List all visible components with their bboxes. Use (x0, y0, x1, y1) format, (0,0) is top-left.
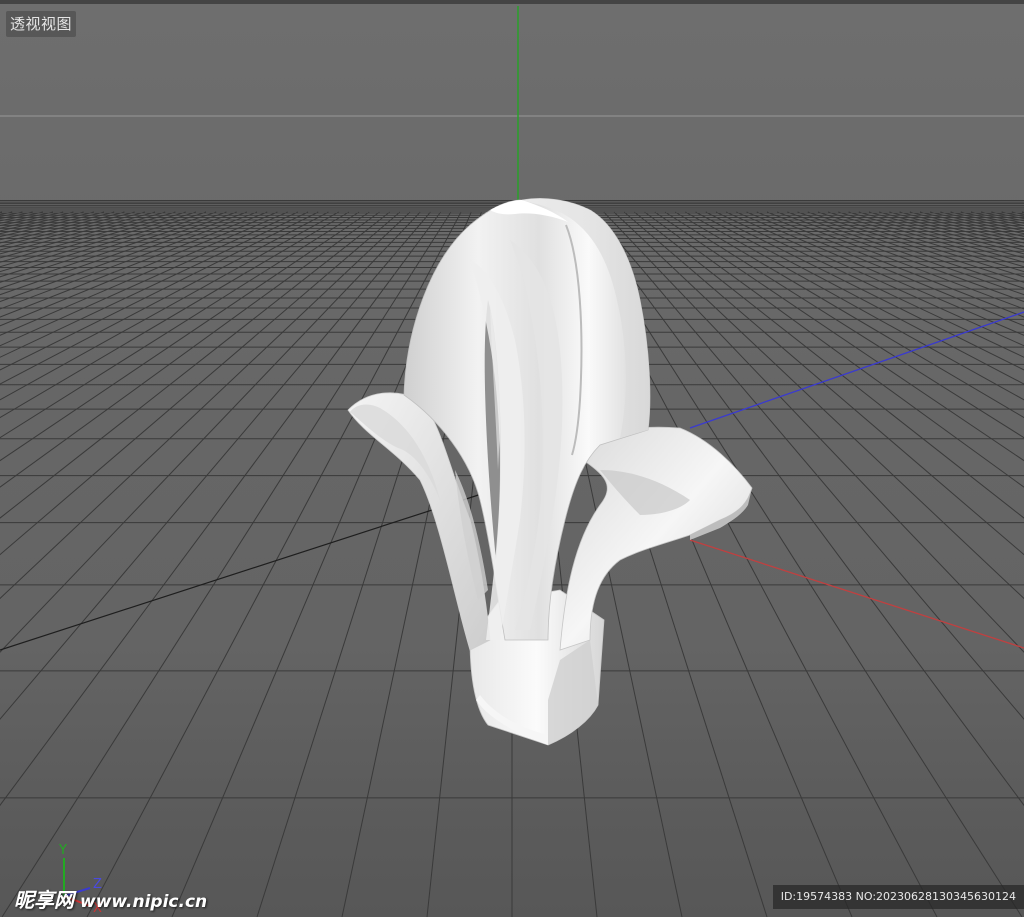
grid-line-depth (0, 211, 319, 371)
grid-line-depth (0, 211, 13, 215)
site-watermark: 昵享网 www.nipic.cn (14, 884, 207, 913)
grid-line-depth (0, 211, 64, 227)
grid-line-depth (674, 211, 1024, 419)
viewport-title-label[interactable]: 透视视图 (6, 11, 77, 37)
grid-line-depth (0, 211, 207, 278)
grid-line-depth (0, 211, 54, 224)
grid-line-depth (0, 211, 227, 289)
ornament-model[interactable] (347, 198, 753, 746)
grid-line-depth (797, 211, 1024, 289)
grid-line-depth (0, 211, 442, 807)
grid-line-depth (0, 211, 186, 268)
watermark-url: www.nipic.cn (80, 892, 208, 912)
grid-line-depth (766, 211, 1024, 310)
perspective-viewport[interactable]: 透视视图 Y Z X 昵享网 www.nipic.cn ID:19574383 N… (0, 0, 1024, 917)
grid-line-depth (0, 211, 115, 241)
grid-line-depth (654, 211, 1024, 462)
grid-line-depth (0, 211, 360, 439)
grid-line-depth (0, 211, 350, 419)
grid-line-depth (736, 211, 1024, 336)
grid-line-depth (1, 211, 452, 917)
gizmo-y-label: Y (58, 843, 67, 858)
grid-line-depth (0, 211, 176, 263)
grid-line-depth (838, 211, 1024, 268)
grid-line-depth (970, 211, 1024, 224)
grid-line-depth (817, 211, 1024, 278)
grid-line-depth (828, 211, 1024, 273)
grid-line-depth (0, 211, 299, 347)
grid-line-depth (715, 211, 1024, 358)
grid-line-depth (0, 211, 247, 303)
grid-line-depth (0, 211, 145, 251)
grid-line-depth (582, 211, 1024, 807)
grid-line-depth (848, 211, 1024, 263)
grid-line-depth (0, 211, 401, 556)
grid-line-depth (0, 211, 431, 720)
grid-line-depth (0, 211, 370, 462)
grid-line-depth (0, 211, 390, 519)
grid-line-depth (0, 211, 258, 310)
grid-line-depth (664, 211, 1024, 439)
grid-line-depth (807, 211, 1024, 283)
grid-line-depth (705, 211, 1024, 371)
grid-line-depth (930, 211, 1024, 235)
grid-line-depth (593, 211, 1024, 720)
viewport-scene[interactable] (0, 0, 1024, 917)
grid-line-depth (0, 211, 288, 336)
grid-line-depth (0, 211, 94, 235)
grid-line-depth (623, 211, 1024, 556)
z-axis-line (689, 311, 1024, 429)
grid-line-depth (1011, 211, 1024, 215)
grid-line-depth (0, 211, 196, 273)
negative-x-axis-line (0, 487, 501, 651)
grid-line-depth (777, 211, 1024, 303)
grid-line-depth (0, 211, 380, 488)
grid-line-depth (695, 211, 1024, 385)
grid-line-depth (0, 211, 329, 385)
grid-line-depth (725, 211, 1024, 347)
grid-line-depth (634, 211, 1024, 519)
x-axis-line (689, 539, 1024, 649)
grid-line-depth (0, 211, 33, 220)
grid-line-depth (879, 211, 1024, 251)
watermark-brand: 昵享网 (14, 888, 74, 912)
grid-line-depth (0, 211, 217, 283)
grid-line-depth (86, 211, 462, 917)
grid-line-depth (0, 211, 3, 214)
grid-line-depth (960, 211, 1024, 227)
image-id-label: ID:19574383 NO:20230628130345630124 (772, 885, 1024, 909)
grid-line-depth (0, 211, 105, 238)
grid-line-depth (644, 211, 1024, 488)
